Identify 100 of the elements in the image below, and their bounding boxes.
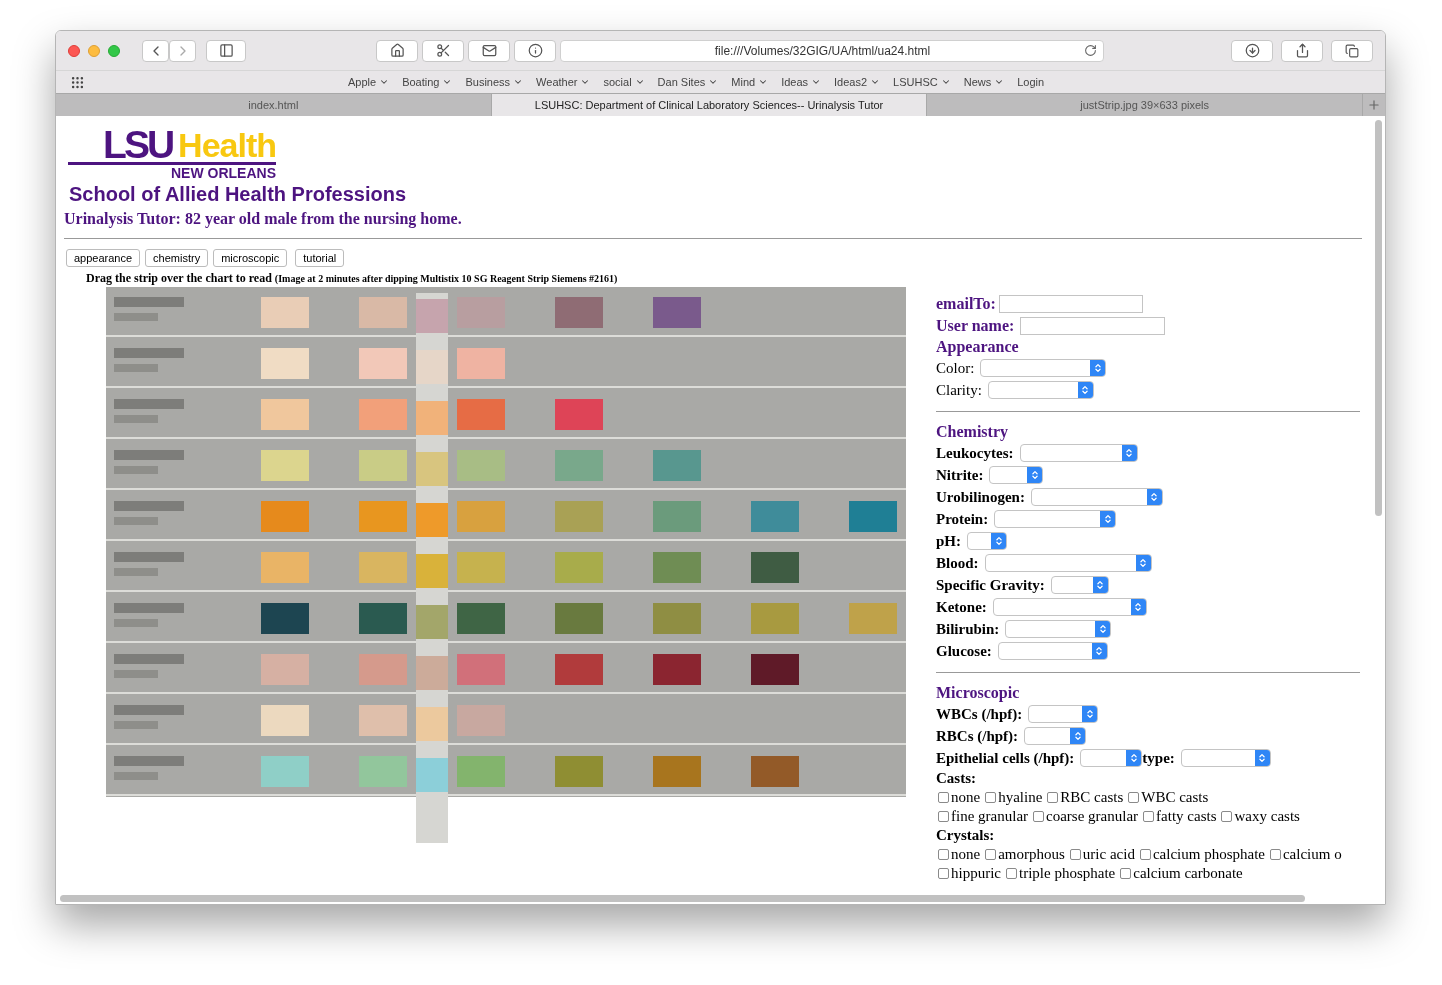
nav-button[interactable]: microscopic bbox=[213, 249, 288, 267]
checkbox[interactable] bbox=[1069, 849, 1081, 860]
clip-button[interactable] bbox=[422, 39, 464, 62]
bookmark-item[interactable]: Ideas bbox=[781, 73, 822, 91]
bookmark-item[interactable]: Dan Sites bbox=[657, 73, 719, 91]
bookmark-item[interactable]: Ideas2 bbox=[834, 73, 881, 91]
dropdown-select[interactable] bbox=[1019, 444, 1138, 462]
sidebar-icon bbox=[218, 43, 234, 58]
dropdown-select[interactable] bbox=[1080, 749, 1143, 767]
nav-button[interactable]: tutorial bbox=[295, 249, 345, 267]
bookmark-item[interactable]: News bbox=[963, 73, 1005, 91]
up-down-icon bbox=[1092, 363, 1103, 373]
field-label: User name: bbox=[936, 316, 1015, 336]
checkbox[interactable] bbox=[938, 792, 949, 803]
checkbox[interactable] bbox=[1047, 792, 1059, 803]
field-label: Clarity: bbox=[936, 380, 982, 400]
bookmark-item[interactable]: Business bbox=[465, 73, 524, 91]
checkbox[interactable] bbox=[1139, 849, 1151, 860]
scrollbar-thumb[interactable] bbox=[1375, 120, 1382, 516]
mail-button[interactable] bbox=[468, 39, 510, 62]
bookmark-item[interactable]: Apple bbox=[348, 73, 390, 91]
dropdown-select[interactable] bbox=[997, 642, 1108, 660]
checkbox[interactable] bbox=[1221, 811, 1233, 822]
checkbox-label: hippuric bbox=[951, 864, 1001, 883]
back-button[interactable] bbox=[142, 39, 169, 62]
checkbox[interactable] bbox=[1033, 811, 1045, 822]
browser-tab[interactable]: LSUHSC: Department of Clinical Laboratory Sciences-- Urinalysis Tutor bbox=[491, 94, 928, 116]
dropdown-select[interactable] bbox=[980, 359, 1107, 377]
checkbox-label: triple phosphate bbox=[1019, 864, 1116, 883]
up-down-icon bbox=[1072, 731, 1083, 741]
up-down-icon bbox=[1080, 385, 1091, 395]
checkbox-label: RBC casts bbox=[1060, 788, 1124, 807]
email-field[interactable] bbox=[998, 295, 1143, 313]
field-label: Protein: bbox=[936, 509, 989, 529]
info-button[interactable] bbox=[514, 39, 556, 62]
checkbox-label: waxy casts bbox=[1234, 807, 1300, 826]
dropdown-select[interactable] bbox=[1180, 749, 1271, 767]
checkbox[interactable] bbox=[1128, 792, 1140, 803]
checkbox-label: uric acid bbox=[1082, 845, 1135, 864]
chevron-down-icon bbox=[442, 77, 453, 87]
checkbox[interactable] bbox=[985, 792, 997, 803]
reload-icon[interactable] bbox=[1084, 44, 1097, 57]
bookmark-item[interactable]: Weather bbox=[536, 73, 591, 91]
dropdown-select[interactable] bbox=[1050, 576, 1109, 594]
dropdown-select[interactable] bbox=[989, 466, 1044, 484]
field-label: Color: bbox=[936, 358, 975, 378]
nav-button[interactable]: appearance bbox=[66, 249, 141, 267]
section-heading: Appearance bbox=[936, 337, 1020, 357]
dropdown-select[interactable] bbox=[967, 532, 1007, 550]
dropdown-select[interactable] bbox=[994, 510, 1117, 528]
field-label: Casts: bbox=[936, 769, 977, 788]
bookmark-item[interactable]: social bbox=[603, 73, 645, 91]
zoom-window-button[interactable] bbox=[108, 44, 120, 57]
sidebar-button[interactable] bbox=[206, 39, 246, 62]
minimize-window-button[interactable] bbox=[88, 44, 100, 57]
chevron-down-icon bbox=[870, 77, 881, 87]
checkbox-label: coarse granular bbox=[1046, 807, 1139, 826]
dropdown-select[interactable] bbox=[1028, 705, 1099, 723]
dropdown-select[interactable] bbox=[984, 554, 1152, 572]
nav-button[interactable]: chemistry bbox=[145, 249, 209, 267]
checkbox-label: fatty casts bbox=[1156, 807, 1217, 826]
dropdown-select[interactable] bbox=[1005, 620, 1112, 638]
dropdown-select[interactable] bbox=[987, 381, 1094, 399]
scrollbar-thumb[interactable] bbox=[60, 895, 1305, 902]
field-label: pH: bbox=[936, 531, 961, 551]
bookmark-item[interactable]: Mind bbox=[731, 73, 769, 91]
close-window-button[interactable] bbox=[68, 44, 80, 57]
checkbox[interactable] bbox=[1143, 811, 1155, 822]
bookmark-item[interactable]: LSUHSC bbox=[893, 73, 951, 91]
field-label: type: bbox=[1142, 748, 1175, 768]
home-button[interactable] bbox=[376, 39, 418, 62]
up-down-icon bbox=[1124, 448, 1134, 458]
checkbox[interactable] bbox=[938, 868, 949, 879]
share-button[interactable] bbox=[1281, 39, 1323, 62]
downloads-button[interactable] bbox=[1231, 39, 1273, 62]
grid-icon[interactable] bbox=[70, 74, 85, 90]
address-bar[interactable]: file:///Volumes/32GIG/UA/html/ua24.html bbox=[560, 39, 1104, 62]
dropdown-select[interactable] bbox=[992, 598, 1147, 616]
up-down-icon bbox=[1102, 514, 1113, 524]
up-down-icon bbox=[1128, 753, 1139, 763]
checkbox-label: fine granular bbox=[951, 807, 1029, 826]
chevron-down-icon bbox=[758, 77, 769, 87]
checkbox[interactable] bbox=[1006, 868, 1017, 879]
up-down-icon bbox=[1094, 646, 1105, 656]
tabs-overview-button[interactable] bbox=[1331, 39, 1373, 62]
checkbox[interactable] bbox=[985, 849, 997, 860]
checkbox[interactable] bbox=[938, 849, 949, 860]
field-label: Nitrite: bbox=[936, 465, 984, 485]
dropdown-select[interactable] bbox=[1030, 488, 1163, 506]
field-label: RBCs (/hpf): bbox=[936, 726, 1019, 746]
bookmark-item[interactable]: Boating bbox=[402, 73, 453, 91]
tabs-icon bbox=[1345, 43, 1359, 58]
bookmark-item[interactable]: Login bbox=[1017, 73, 1045, 91]
checkbox[interactable] bbox=[1269, 849, 1281, 860]
checkbox[interactable] bbox=[938, 811, 949, 822]
dropdown-select[interactable] bbox=[1024, 727, 1087, 745]
up-down-icon bbox=[993, 536, 1004, 546]
logo-tagline: NEW ORLEANS bbox=[171, 165, 276, 182]
checkbox[interactable] bbox=[1120, 868, 1132, 879]
username-field[interactable] bbox=[1020, 317, 1166, 335]
